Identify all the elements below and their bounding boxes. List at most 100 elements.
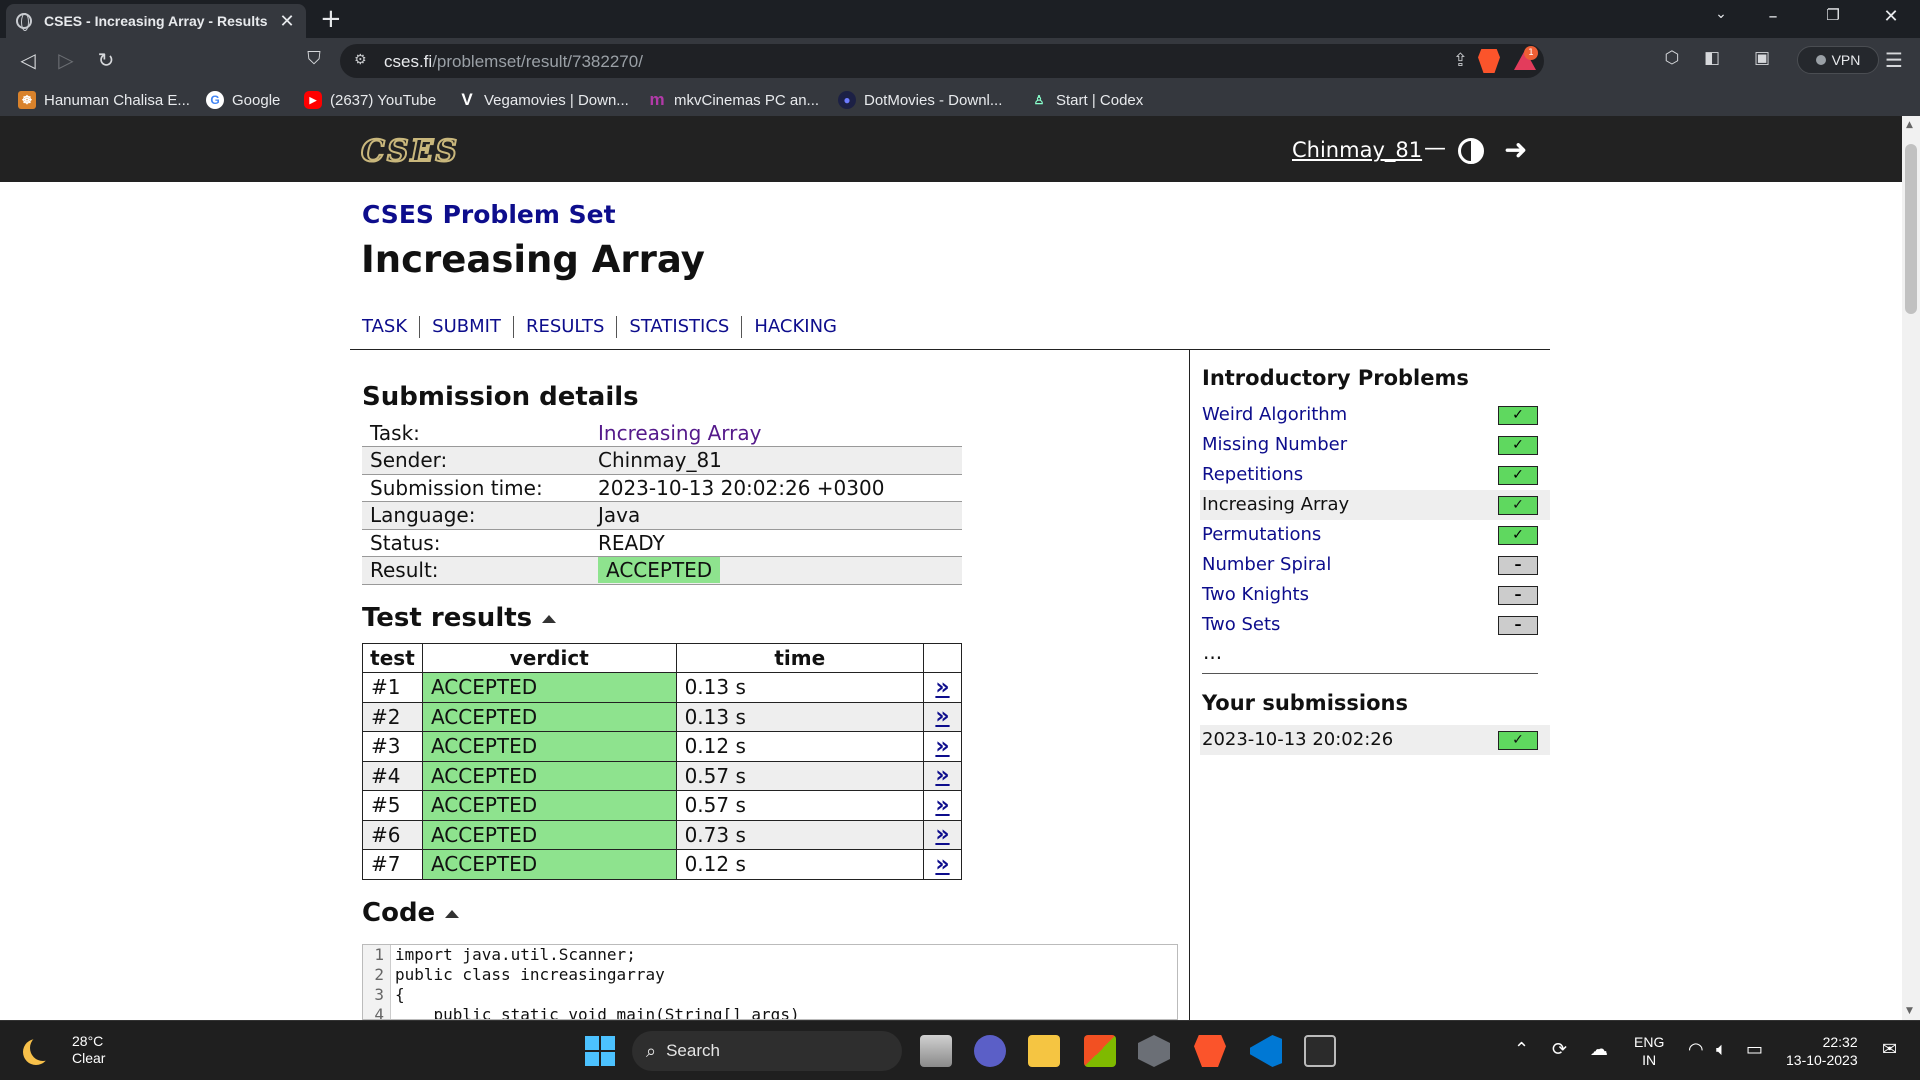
chat-icon[interactable]	[974, 1035, 1006, 1067]
bookmark-hanuman[interactable]: ☸ Hanuman Chalisa E...	[18, 91, 190, 109]
test-details-link[interactable]: »	[923, 819, 962, 850]
bookmark-vegamovies[interactable]: V Vegamovies | Down...	[458, 91, 628, 109]
bookmark-youtube[interactable]: ▶ (2637) YouTube	[304, 91, 436, 109]
share-icon[interactable]: ⇪	[1453, 50, 1468, 71]
check-icon: ✓	[1498, 436, 1538, 455]
wallet-icon[interactable]: ▣	[1748, 48, 1776, 68]
submission-details-table: Task: Increasing Array Sender: Chinmay_81 …	[362, 419, 962, 585]
test-details-link[interactable]: »	[923, 731, 962, 762]
notification-icon[interactable]: ✉	[1882, 1039, 1897, 1060]
test-details-link[interactable]: »	[923, 760, 962, 791]
test-details-link[interactable]: »	[923, 790, 962, 821]
line-number: 4	[363, 1005, 391, 1019]
submission-time[interactable]: 2023-10-13 20:02:26	[1202, 729, 1393, 750]
scroll-down-icon[interactable]: ▼	[1906, 1006, 1913, 1016]
theme-toggle-icon[interactable]	[1458, 138, 1484, 164]
menu-icon[interactable]: ☰	[1880, 48, 1908, 72]
language-indicator[interactable]: ENG IN	[1634, 1033, 1664, 1069]
code-line: 3{	[363, 985, 1177, 1005]
sidebar-divider	[1189, 350, 1190, 1020]
collapse-caret-icon[interactable]	[445, 909, 460, 918]
bookmark-codex[interactable]: ♙ Start | Codex	[1030, 91, 1144, 109]
clock[interactable]: 22:32 13-10-2023	[1786, 1033, 1858, 1069]
address-bar[interactable]: ⚙ cses.fi/problemset/result/7382270/ ⇪ 1	[340, 44, 1544, 78]
terminal-icon[interactable]	[1304, 1035, 1336, 1067]
tab-hacking[interactable]: HACKING	[741, 316, 849, 338]
problem-link[interactable]: Two Sets	[1202, 614, 1280, 635]
browser-tab-active[interactable]: CSES - Increasing Array - Results ✕	[6, 4, 306, 38]
test-time: 0.57 s	[675, 790, 925, 821]
test-details-link[interactable]: »	[923, 672, 962, 703]
back-icon[interactable]: ◁	[14, 48, 42, 72]
submissions-heading: Your submissions	[1202, 691, 1408, 715]
username-link[interactable]: Chinmay_81	[1292, 138, 1422, 162]
vscode-icon[interactable]	[1250, 1035, 1282, 1067]
url-text[interactable]: cses.fi/problemset/result/7382270/	[384, 52, 643, 72]
list-item: Missing Number ✓	[1200, 430, 1550, 460]
column-header-time: time	[675, 643, 925, 673]
test-results-heading[interactable]: Test results	[362, 603, 557, 633]
microsoft-store-icon[interactable]	[1084, 1035, 1116, 1067]
bookmark-mkvcinemas[interactable]: m mkvCinemas PC an...	[648, 91, 819, 109]
wifi-icon[interactable]: ◠	[1688, 1039, 1704, 1060]
problem-link[interactable]: Weird Algorithm	[1202, 404, 1347, 425]
vpn-button[interactable]: VPN	[1797, 46, 1879, 74]
logout-icon[interactable]: ➜	[1504, 133, 1527, 166]
close-window-button[interactable]: ✕	[1876, 6, 1906, 27]
code-heading[interactable]: Code	[362, 898, 460, 928]
bookmark-google[interactable]: G Google	[206, 91, 280, 109]
problem-link[interactable]: Number Spiral	[1202, 554, 1331, 575]
problem-link[interactable]: Repetitions	[1202, 464, 1303, 485]
table-row: Task: Increasing Array	[362, 419, 962, 447]
bookmark-icon[interactable]: ⛉	[300, 48, 328, 69]
minimize-button[interactable]: –	[1758, 6, 1788, 27]
problem-set-title[interactable]: CSES Problem Set	[362, 200, 616, 229]
new-tab-button[interactable]: +	[320, 4, 342, 34]
tab-submit[interactable]: SUBMIT	[419, 316, 513, 338]
weather-widget[interactable]: 28°C Clear	[24, 1033, 105, 1067]
battery-icon[interactable]: ▭	[1746, 1039, 1763, 1060]
extensions-icon[interactable]: ⬡	[1658, 48, 1686, 68]
problem-link[interactable]: Permutations	[1202, 524, 1321, 545]
reload-icon[interactable]: ↻	[92, 48, 120, 72]
code-text: public class increasingarray	[395, 965, 665, 984]
page-scrollbar[interactable]: ▲ ▼	[1902, 116, 1920, 1020]
volume-icon[interactable]: 🔈︎	[1716, 1039, 1727, 1060]
sidebar-toggle-icon[interactable]: ◧	[1698, 48, 1726, 68]
list-item: Weird Algorithm ✓	[1200, 400, 1550, 430]
onedrive-icon[interactable]: ☁	[1590, 1039, 1608, 1060]
scroll-up-icon[interactable]: ▲	[1906, 120, 1913, 130]
bookmark-dotmovies[interactable]: ● DotMovies - Downl...	[838, 91, 1002, 109]
youtube-icon: ▶	[304, 91, 322, 109]
task-view-icon[interactable]	[920, 1035, 952, 1067]
problem-link[interactable]: Missing Number	[1202, 434, 1347, 455]
sync-icon[interactable]: ⟳	[1552, 1039, 1567, 1060]
restore-button[interactable]: ❐	[1818, 6, 1848, 24]
cses-logo[interactable]: CSES	[360, 133, 459, 170]
brave-browser-icon[interactable]	[1194, 1035, 1226, 1067]
taskbar-search[interactable]: ⌕ Search	[632, 1031, 902, 1071]
file-explorer-icon[interactable]	[1028, 1035, 1060, 1067]
test-details-link[interactable]: »	[923, 849, 962, 880]
tab-statistics[interactable]: STATISTICS	[616, 316, 741, 338]
detail-value: Java	[590, 501, 962, 530]
tab-task[interactable]: TASK	[362, 316, 419, 338]
app-icon[interactable]	[1138, 1035, 1170, 1067]
collapse-caret-icon[interactable]	[542, 614, 557, 623]
chevron-up-icon[interactable]: ⌃	[1514, 1039, 1529, 1060]
brave-shields-icon[interactable]	[1478, 49, 1500, 73]
start-button[interactable]	[584, 1035, 616, 1067]
problem-link[interactable]: Two Knights	[1202, 584, 1309, 605]
scrollbar-thumb[interactable]	[1905, 144, 1917, 314]
task-link[interactable]: Increasing Array	[598, 421, 762, 445]
test-details-link[interactable]: »	[923, 701, 962, 732]
line-number: 3	[363, 985, 391, 1005]
code-text: {	[395, 985, 405, 1004]
tab-close-button[interactable]: ✕	[278, 11, 296, 32]
tab-results[interactable]: RESULTS	[512, 316, 616, 338]
site-info-icon[interactable]: ⚙	[354, 52, 367, 68]
forward-icon[interactable]: ▷	[52, 48, 80, 72]
submission-row[interactable]: 2023-10-13 20:02:26 ✓	[1200, 725, 1550, 755]
code-viewer[interactable]: 1 import java.util.Scanner; 2 public class…	[362, 944, 1178, 1020]
tab-search-chevron-icon[interactable]: ⌄	[1706, 6, 1736, 22]
